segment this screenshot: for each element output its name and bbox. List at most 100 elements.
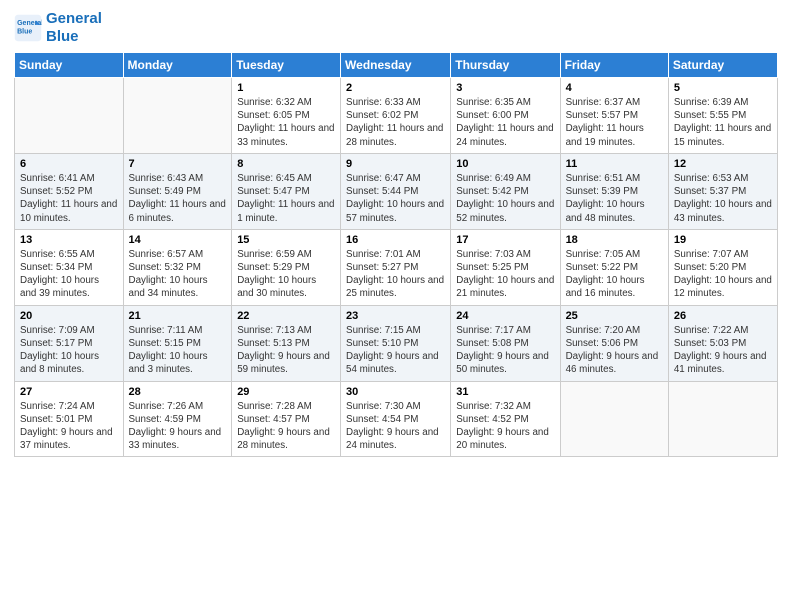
cell-day-number: 19 [674,234,772,246]
calendar-cell [668,381,777,457]
calendar-cell: 11Sunrise: 6:51 AM Sunset: 5:39 PM Dayli… [560,153,668,229]
cell-day-number: 12 [674,158,772,170]
weekday-header-sunday: Sunday [15,53,124,78]
calendar-cell: 30 Sunrise: 7:30 AM Sunset: 4:54 PM Dayli… [341,381,451,457]
calendar-week-2: 13Sunrise: 6:55 AM Sunset: 5:34 PM Dayli… [15,229,778,305]
cell-day-number: 11 [566,158,663,170]
calendar-cell: 29 Sunrise: 7:28 AM Sunset: 4:57 PM Dayli… [232,381,341,457]
cell-info: Sunrise: 7:01 AM Sunset: 5:27 PM Dayligh… [346,248,445,301]
calendar-cell: 6Sunrise: 6:41 AM Sunset: 5:52 PM Daylig… [15,153,124,229]
cell-info: Sunrise: 7:20 AM Sunset: 5:06 PM Dayligh… [566,324,663,377]
cell-day-number: 5 [674,82,772,94]
svg-text:Blue: Blue [17,28,32,35]
cell-info: Sunrise: 6:45 AM Sunset: 5:47 PM Dayligh… [237,172,335,225]
cell-day-number: 2 [346,82,445,94]
weekday-header-friday: Friday [560,53,668,78]
cell-info: Sunrise: 7:26 AM Sunset: 4:59 PM Dayligh… [129,400,227,453]
cell-day-number: 25 [566,310,663,322]
calendar-cell: 21 Sunrise: 7:11 AM Sunset: 5:15 PM Dayli… [123,305,232,381]
cell-day-number: 15 [237,234,335,246]
cell-info: Sunrise: 7:17 AM Sunset: 5:08 PM Dayligh… [456,324,554,377]
cell-day-number: 17 [456,234,554,246]
cell-info: Sunrise: 7:07 AM Sunset: 5:20 PM Dayligh… [674,248,772,301]
calendar-cell: 1 Sunrise: 6:32 AM Sunset: 6:05 PM Daylig… [232,78,341,154]
cell-info: Sunrise: 7:24 AM Sunset: 5:01 PM Dayligh… [20,400,118,453]
cell-info: Sunrise: 7:05 AM Sunset: 5:22 PM Dayligh… [566,248,663,301]
logo-text: GeneralBlue [46,10,102,46]
calendar-cell: 23 Sunrise: 7:15 AM Sunset: 5:10 PM Dayli… [341,305,451,381]
calendar-cell: 9Sunrise: 6:47 AM Sunset: 5:44 PM Daylig… [341,153,451,229]
cell-info: Sunrise: 7:30 AM Sunset: 4:54 PM Dayligh… [346,400,445,453]
cell-info: Sunrise: 6:33 AM Sunset: 6:02 PM Dayligh… [346,96,445,149]
cell-info: Sunrise: 7:22 AM Sunset: 5:03 PM Dayligh… [674,324,772,377]
calendar-cell: 10 Sunrise: 6:49 AM Sunset: 5:42 PM Dayli… [451,153,560,229]
calendar-week-0: 1 Sunrise: 6:32 AM Sunset: 6:05 PM Daylig… [15,78,778,154]
calendar-cell: 15Sunrise: 6:59 AM Sunset: 5:29 PM Dayli… [232,229,341,305]
cell-day-number: 8 [237,158,335,170]
cell-day-number: 21 [129,310,227,322]
cell-day-number: 22 [237,310,335,322]
cell-info: Sunrise: 7:32 AM Sunset: 4:52 PM Dayligh… [456,400,554,453]
weekday-header-wednesday: Wednesday [341,53,451,78]
cell-info: Sunrise: 7:15 AM Sunset: 5:10 PM Dayligh… [346,324,445,377]
calendar-cell [560,381,668,457]
cell-day-number: 14 [129,234,227,246]
cell-day-number: 10 [456,158,554,170]
cell-day-number: 29 [237,386,335,398]
calendar-cell [15,78,124,154]
cell-info: Sunrise: 6:32 AM Sunset: 6:05 PM Dayligh… [237,96,335,149]
calendar-week-4: 27 Sunrise: 7:24 AM Sunset: 5:01 PM Dayli… [15,381,778,457]
calendar-cell: 4Sunrise: 6:37 AM Sunset: 5:57 PM Daylig… [560,78,668,154]
cell-info: Sunrise: 7:11 AM Sunset: 5:15 PM Dayligh… [129,324,227,377]
cell-day-number: 30 [346,386,445,398]
cell-info: Sunrise: 6:49 AM Sunset: 5:42 PM Dayligh… [456,172,554,225]
cell-info: Sunrise: 7:13 AM Sunset: 5:13 PM Dayligh… [237,324,335,377]
cell-info: Sunrise: 6:39 AM Sunset: 5:55 PM Dayligh… [674,96,772,149]
calendar-cell: 16Sunrise: 7:01 AM Sunset: 5:27 PM Dayli… [341,229,451,305]
calendar-cell [123,78,232,154]
calendar-cell: 7Sunrise: 6:43 AM Sunset: 5:49 PM Daylig… [123,153,232,229]
cell-info: Sunrise: 6:43 AM Sunset: 5:49 PM Dayligh… [129,172,227,225]
cell-day-number: 24 [456,310,554,322]
cell-day-number: 28 [129,386,227,398]
cell-day-number: 20 [20,310,118,322]
calendar-cell: 2 Sunrise: 6:33 AM Sunset: 6:02 PM Daylig… [341,78,451,154]
calendar-cell: 26 Sunrise: 7:22 AM Sunset: 5:03 PM Dayli… [668,305,777,381]
calendar-cell: 13Sunrise: 6:55 AM Sunset: 5:34 PM Dayli… [15,229,124,305]
cell-day-number: 3 [456,82,554,94]
weekday-row: SundayMondayTuesdayWednesdayThursdayFrid… [15,53,778,78]
calendar-cell: 28 Sunrise: 7:26 AM Sunset: 4:59 PM Dayli… [123,381,232,457]
weekday-header-saturday: Saturday [668,53,777,78]
calendar-cell: 22 Sunrise: 7:13 AM Sunset: 5:13 PM Dayli… [232,305,341,381]
calendar-cell: 31 Sunrise: 7:32 AM Sunset: 4:52 PM Dayli… [451,381,560,457]
calendar-cell: 24 Sunrise: 7:17 AM Sunset: 5:08 PM Dayli… [451,305,560,381]
weekday-header-thursday: Thursday [451,53,560,78]
calendar-cell: 17 Sunrise: 7:03 AM Sunset: 5:25 PM Dayli… [451,229,560,305]
calendar-cell: 8 Sunrise: 6:45 AM Sunset: 5:47 PM Daylig… [232,153,341,229]
cell-day-number: 31 [456,386,554,398]
calendar-week-3: 20Sunrise: 7:09 AM Sunset: 5:17 PM Dayli… [15,305,778,381]
header: General Blue GeneralBlue [14,10,778,46]
cell-day-number: 27 [20,386,118,398]
cell-info: Sunrise: 6:37 AM Sunset: 5:57 PM Dayligh… [566,96,663,149]
calendar-cell: 5 Sunrise: 6:39 AM Sunset: 5:55 PM Daylig… [668,78,777,154]
cell-day-number: 23 [346,310,445,322]
cell-info: Sunrise: 7:03 AM Sunset: 5:25 PM Dayligh… [456,248,554,301]
calendar-cell: 3Sunrise: 6:35 AM Sunset: 6:00 PM Daylig… [451,78,560,154]
calendar-header: SundayMondayTuesdayWednesdayThursdayFrid… [15,53,778,78]
cell-day-number: 26 [674,310,772,322]
calendar-body: 1 Sunrise: 6:32 AM Sunset: 6:05 PM Daylig… [15,78,778,457]
cell-info: Sunrise: 7:28 AM Sunset: 4:57 PM Dayligh… [237,400,335,453]
calendar-cell: 18 Sunrise: 7:05 AM Sunset: 5:22 PM Dayli… [560,229,668,305]
calendar-week-1: 6Sunrise: 6:41 AM Sunset: 5:52 PM Daylig… [15,153,778,229]
cell-day-number: 9 [346,158,445,170]
cell-day-number: 18 [566,234,663,246]
page: General Blue GeneralBlue SundayMondayTue… [0,0,792,612]
calendar-cell: 12Sunrise: 6:53 AM Sunset: 5:37 PM Dayli… [668,153,777,229]
cell-info: Sunrise: 6:57 AM Sunset: 5:32 PM Dayligh… [129,248,227,301]
weekday-header-monday: Monday [123,53,232,78]
calendar-cell: 20Sunrise: 7:09 AM Sunset: 5:17 PM Dayli… [15,305,124,381]
cell-day-number: 1 [237,82,335,94]
cell-info: Sunrise: 6:41 AM Sunset: 5:52 PM Dayligh… [20,172,118,225]
calendar-table: SundayMondayTuesdayWednesdayThursdayFrid… [14,52,778,457]
